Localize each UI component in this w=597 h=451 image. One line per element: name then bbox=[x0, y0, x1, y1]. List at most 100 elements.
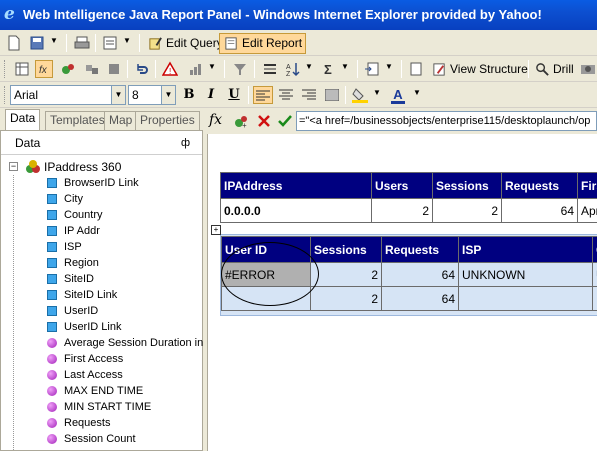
merge-cells-icon bbox=[324, 88, 340, 102]
align-left-button[interactable] bbox=[253, 86, 273, 104]
edit-query-icon bbox=[149, 37, 162, 50]
tree-item-label: UserID bbox=[64, 305, 99, 317]
measure-icon bbox=[47, 338, 57, 348]
table-cell[interactable]: 2 bbox=[371, 198, 433, 223]
tab-templates[interactable]: Templates bbox=[45, 111, 110, 130]
title-bar: e Web Intelligence Java Report Panel - W… bbox=[0, 0, 597, 30]
drill-label: Drill bbox=[553, 62, 574, 76]
table-cell[interactable]: 64 bbox=[501, 198, 578, 223]
italic-button[interactable]: I bbox=[201, 86, 221, 104]
undo-icon[interactable] bbox=[134, 61, 150, 77]
header-cell[interactable]: Firs bbox=[577, 172, 597, 199]
table-cell[interactable]: 2 bbox=[432, 198, 502, 223]
table-row: 0.0.0.0 2 2 64 Apr bbox=[220, 198, 597, 223]
dimension-icon bbox=[47, 242, 57, 252]
create-variable-icon[interactable]: + bbox=[233, 113, 249, 129]
table-move-handle-icon[interactable]: + bbox=[211, 225, 221, 235]
fill-color-dropdown-icon[interactable]: ▼ bbox=[373, 88, 381, 97]
table-cell[interactable]: 0.0.0.0 bbox=[220, 198, 372, 223]
sum-dropdown-icon[interactable]: ▼ bbox=[341, 62, 349, 71]
table-cell[interactable]: Apr bbox=[577, 198, 597, 223]
break-icon[interactable] bbox=[262, 61, 278, 77]
sum-icon[interactable]: Σ bbox=[322, 61, 338, 77]
header-cell[interactable]: IPAddress bbox=[220, 172, 372, 199]
tree-root-label: IPaddress 360 bbox=[44, 160, 122, 174]
table-header-row: IPAddress Users Sessions Requests Firs bbox=[220, 172, 597, 199]
new-document-icon[interactable] bbox=[6, 35, 22, 51]
funnel-filter-icon[interactable] bbox=[232, 61, 248, 77]
tab-data[interactable]: Data bbox=[5, 109, 41, 130]
table-cell[interactable] bbox=[458, 286, 593, 311]
table-cell[interactable] bbox=[592, 286, 597, 311]
view-mode-icon[interactable] bbox=[102, 35, 118, 51]
table-cell[interactable]: UNKNOWN bbox=[458, 262, 593, 287]
tree-item-label: UserID Link bbox=[64, 321, 122, 333]
header-cell[interactable]: ISP bbox=[458, 236, 593, 263]
dimension-icon bbox=[47, 210, 57, 220]
print-icon[interactable] bbox=[74, 35, 90, 51]
variable-editor-icon[interactable] bbox=[60, 61, 76, 77]
formula-editor-icon[interactable]: fx bbox=[209, 112, 222, 128]
align-center-icon bbox=[279, 89, 293, 100]
merge-dimensions-icon[interactable] bbox=[84, 61, 100, 77]
font-size-dropdown-icon[interactable]: ▼ bbox=[161, 86, 175, 104]
edit-query-button[interactable]: Edit Query bbox=[143, 33, 227, 54]
merge-cells-button[interactable] bbox=[322, 86, 342, 104]
collapse-icon[interactable]: − bbox=[9, 162, 18, 171]
cancel-formula-icon[interactable] bbox=[256, 113, 272, 129]
tab-properties[interactable]: Properties bbox=[135, 111, 200, 130]
header-cell[interactable]: C bbox=[592, 236, 597, 263]
ipaddress-table[interactable]: IPAddress Users Sessions Requests Firs 0… bbox=[220, 172, 597, 223]
font-color-button[interactable]: A bbox=[388, 86, 408, 104]
table-cell[interactable]: 2 bbox=[310, 262, 382, 287]
insert-cells-icon[interactable] bbox=[364, 61, 380, 77]
table-cell[interactable]: 64 bbox=[381, 286, 459, 311]
tree-item-label: Requests bbox=[64, 417, 111, 429]
insert-table-icon[interactable] bbox=[14, 61, 30, 77]
header-cell[interactable]: Sessions bbox=[432, 172, 502, 199]
save-dropdown-icon[interactable]: ▼ bbox=[50, 36, 58, 45]
formula-input[interactable]: ="<a href=/businessobjects/enterprise115… bbox=[296, 111, 597, 131]
header-cell[interactable]: Users bbox=[371, 172, 433, 199]
filter-icon[interactable] bbox=[106, 61, 122, 77]
sort-dropdown-icon[interactable]: ▼ bbox=[305, 62, 313, 71]
table-cell[interactable]: U bbox=[592, 262, 597, 287]
formula-toggle-icon[interactable]: fx bbox=[35, 60, 53, 78]
align-center-button[interactable] bbox=[276, 86, 296, 104]
svg-text:fx: fx bbox=[39, 65, 48, 76]
pin-icon[interactable]: ф bbox=[181, 131, 190, 155]
bold-button[interactable]: B bbox=[179, 86, 199, 104]
underline-button[interactable]: U bbox=[224, 86, 244, 104]
save-icon[interactable] bbox=[29, 35, 45, 51]
align-right-button[interactable] bbox=[299, 86, 319, 104]
header-cell[interactable]: Sessions bbox=[310, 236, 382, 263]
insert-cells-dropdown-icon[interactable]: ▼ bbox=[385, 62, 393, 71]
font-family-dropdown-icon[interactable]: ▼ bbox=[111, 86, 125, 104]
view-mode-dropdown-icon[interactable]: ▼ bbox=[123, 36, 131, 45]
alerter-icon[interactable]: ! bbox=[162, 61, 178, 77]
ranking-dropdown-icon[interactable]: ▼ bbox=[208, 62, 216, 71]
tree-item-label: City bbox=[64, 193, 83, 205]
sort-icon[interactable]: AZ bbox=[285, 61, 301, 77]
magnifier-icon bbox=[536, 63, 549, 76]
document-properties-icon[interactable] bbox=[408, 61, 424, 77]
header-cell[interactable]: Requests bbox=[501, 172, 578, 199]
align-right-icon bbox=[302, 89, 316, 100]
font-size-select[interactable]: 8 ▼ bbox=[128, 85, 176, 105]
snapshot-icon[interactable] bbox=[580, 61, 596, 77]
ranking-icon[interactable] bbox=[188, 61, 204, 77]
validate-formula-icon[interactable] bbox=[277, 113, 293, 129]
universe-icon bbox=[26, 160, 40, 173]
dimension-icon bbox=[47, 226, 57, 236]
toolbar-format: Arial ▼ 8 ▼ B I U ▼ A ▼ bbox=[0, 82, 597, 108]
align-left-icon bbox=[256, 90, 270, 101]
toolbar-main: ▼ ▼ Edit Query Edit Report bbox=[0, 30, 597, 56]
tab-map[interactable]: Map bbox=[104, 111, 138, 130]
table-cell[interactable]: 2 bbox=[310, 286, 382, 311]
fill-color-icon[interactable] bbox=[352, 87, 368, 103]
header-cell[interactable]: Requests bbox=[381, 236, 459, 263]
font-family-select[interactable]: Arial ▼ bbox=[10, 85, 126, 105]
table-cell[interactable]: 64 bbox=[381, 262, 459, 287]
font-color-dropdown-icon[interactable]: ▼ bbox=[413, 88, 421, 97]
edit-report-button[interactable]: Edit Report bbox=[219, 33, 307, 54]
